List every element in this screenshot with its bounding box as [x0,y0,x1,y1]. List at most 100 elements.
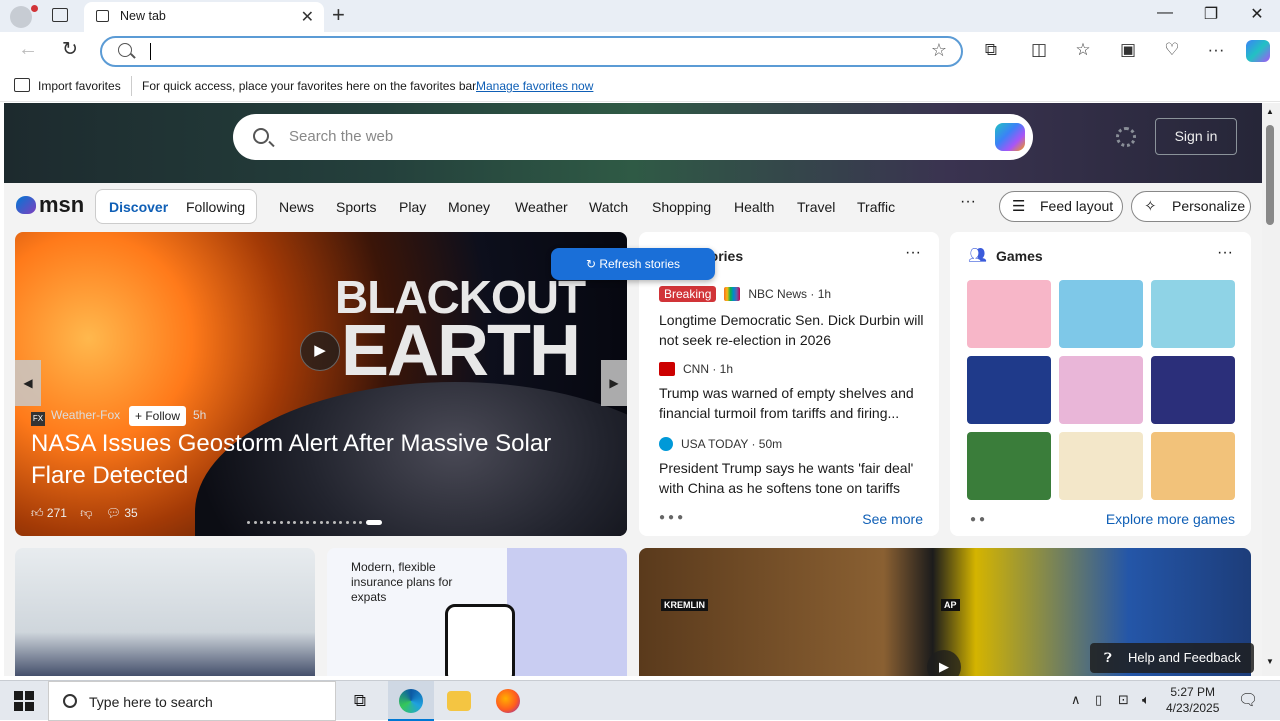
minimize-icon[interactable]: — [1150,4,1180,22]
feed-layout-button[interactable]: ☰ Feed layout [999,191,1123,222]
device-icon[interactable]: ▯ [1095,692,1102,708]
split-screen-icon[interactable]: ◫ [1028,40,1050,60]
game-tile[interactable] [1059,432,1143,500]
web-search-placeholder: Search the web [289,128,394,145]
network-icon[interactable]: ⊡ [1118,692,1129,708]
firefox-icon[interactable] [496,689,520,713]
extensions-icon[interactable]: ⧉ [980,40,1002,60]
featured-headline[interactable]: NASA Issues Geostorm Alert After Massive… [31,428,591,492]
nav-health[interactable]: Health [734,199,774,215]
game-tile[interactable] [967,356,1051,424]
tab-following[interactable]: Following [186,199,245,215]
edge-icon[interactable] [399,689,423,713]
nav-sports[interactable]: Sports [336,199,376,215]
restore-icon[interactable]: ❐ [1196,4,1226,24]
see-more-link[interactable]: See more [862,511,923,527]
msn-logo[interactable]: msn [16,192,84,218]
game-tile[interactable] [1151,280,1235,348]
nav-travel[interactable]: Travel [797,199,835,215]
copilot-icon[interactable] [995,123,1025,151]
featured-story-card[interactable]: BLACKOUT EARTH ▶ ◀ ▶ FX Weather-Fox + Fol… [15,232,627,536]
address-bar[interactable]: ☆ [100,36,963,67]
favorites-icon[interactable]: ☆ [1072,40,1094,60]
like-icon[interactable]: 👍︎ [31,506,44,520]
play-icon[interactable]: ▶ [927,650,961,676]
help-feedback-button[interactable]: ❓︎ Help and Feedback [1090,643,1254,673]
nav-money[interactable]: Money [448,199,490,215]
show-hidden-icons[interactable]: ∧ [1071,692,1081,708]
divider [131,76,132,96]
task-view-icon[interactable]: ⧉ [348,689,372,713]
people-icon: 👥︎ [968,247,988,264]
personalize-button[interactable]: ✧ Personalize [1131,191,1251,222]
copilot-icon[interactable] [1246,40,1270,62]
nav-weather[interactable]: Weather [515,199,568,215]
more-options-icon[interactable]: ··· [1217,244,1233,262]
title-bar: New tab ✕ + — ❐ ✕ [0,0,1280,32]
back-icon[interactable]: ← [18,38,38,61]
sign-in-button[interactable]: Sign in [1155,118,1237,155]
page-dots: ●●● [659,512,687,523]
search-icon [118,43,132,57]
help-feedback-label: Help and Feedback [1128,650,1241,665]
taskbar-search-box[interactable]: Type here to search [48,681,336,721]
game-tile[interactable] [1151,356,1235,424]
profile-avatar-icon[interactable] [10,5,38,28]
settings-more-icon[interactable]: ··· [1205,40,1227,60]
nav-shopping[interactable]: Shopping [652,199,711,215]
nav-news[interactable]: News [279,199,314,215]
reload-icon[interactable]: ↻ [62,38,78,61]
comment-icon[interactable]: 💬︎ [106,506,121,520]
scroll-up-icon[interactable]: ▲ [1266,107,1274,116]
game-tile[interactable] [967,280,1051,348]
file-explorer-icon[interactable] [447,691,471,711]
tab-new-tab[interactable]: New tab ✕ [84,2,324,32]
favorite-star-icon[interactable]: ☆ [931,40,947,61]
gear-icon[interactable] [1116,127,1136,147]
scroll-down-icon[interactable]: ▼ [1266,657,1274,666]
notifications-icon[interactable]: 🗨︎ [1238,690,1258,710]
new-tab-page-icon [96,10,109,22]
story-title[interactable]: Trump was warned of empty shelves and fi… [659,383,924,423]
carousel-next-icon[interactable]: ▶ [601,360,627,406]
nav-play[interactable]: Play [399,199,426,215]
text-caret [150,43,151,60]
game-tile[interactable] [1059,280,1143,348]
explore-games-link[interactable]: Explore more games [1106,511,1235,527]
import-favorites-button[interactable]: Import favorites [38,79,121,93]
ad-card[interactable]: Modern, flexible insurance plans for exp… [327,548,627,676]
tab-actions-icon[interactable] [52,8,68,22]
dislike-icon[interactable]: 👎︎ [80,506,92,520]
windows-start-icon[interactable] [14,691,34,711]
story-source: USA TODAY · 50m [659,437,782,451]
nav-traffic[interactable]: Traffic [857,199,895,215]
tab-discover[interactable]: Discover [109,199,168,215]
play-icon[interactable]: ▶ [300,331,340,371]
manage-favorites-link[interactable]: Manage favorites now [476,79,593,93]
weather-fox-logo: FX [31,412,45,426]
game-tile[interactable] [1151,432,1235,500]
web-search-box[interactable]: Search the web [233,114,1033,160]
carousel-prev-icon[interactable]: ◀ [15,360,41,406]
volume-icon[interactable]: 🔈︎ [1142,692,1150,708]
new-tab-button[interactable]: + [332,2,345,28]
more-options-icon[interactable]: ··· [905,244,921,262]
favorites-bar-message: For quick access, place your favorites h… [142,79,479,93]
page-scrollbar[interactable]: ▲ ▼ [1262,103,1280,676]
story-title[interactable]: Longtime Democratic Sen. Dick Durbin wil… [659,310,924,350]
refresh-stories-button[interactable]: ↻ Refresh stories [551,248,715,280]
window-close-icon[interactable]: ✕ [1242,4,1272,24]
browser-essentials-icon[interactable]: ♡ [1161,40,1183,60]
msn-logo-text: msn [39,192,85,217]
follow-button[interactable]: + Follow [129,406,187,426]
clock[interactable]: 5:27 PM 4/23/2025 [1166,684,1219,716]
scroll-thumb[interactable] [1266,125,1274,225]
nav-watch[interactable]: Watch [589,199,628,215]
game-tile[interactable] [1059,356,1143,424]
story-title[interactable]: President Trump says he wants 'fair deal… [659,458,924,498]
news-image-card[interactable] [15,548,315,676]
collections-icon[interactable]: ▣ [1117,40,1139,60]
game-tile[interactable] [967,432,1051,500]
tab-close-icon[interactable]: ✕ [301,7,314,27]
nav-more-button[interactable]: ··· [960,193,976,211]
